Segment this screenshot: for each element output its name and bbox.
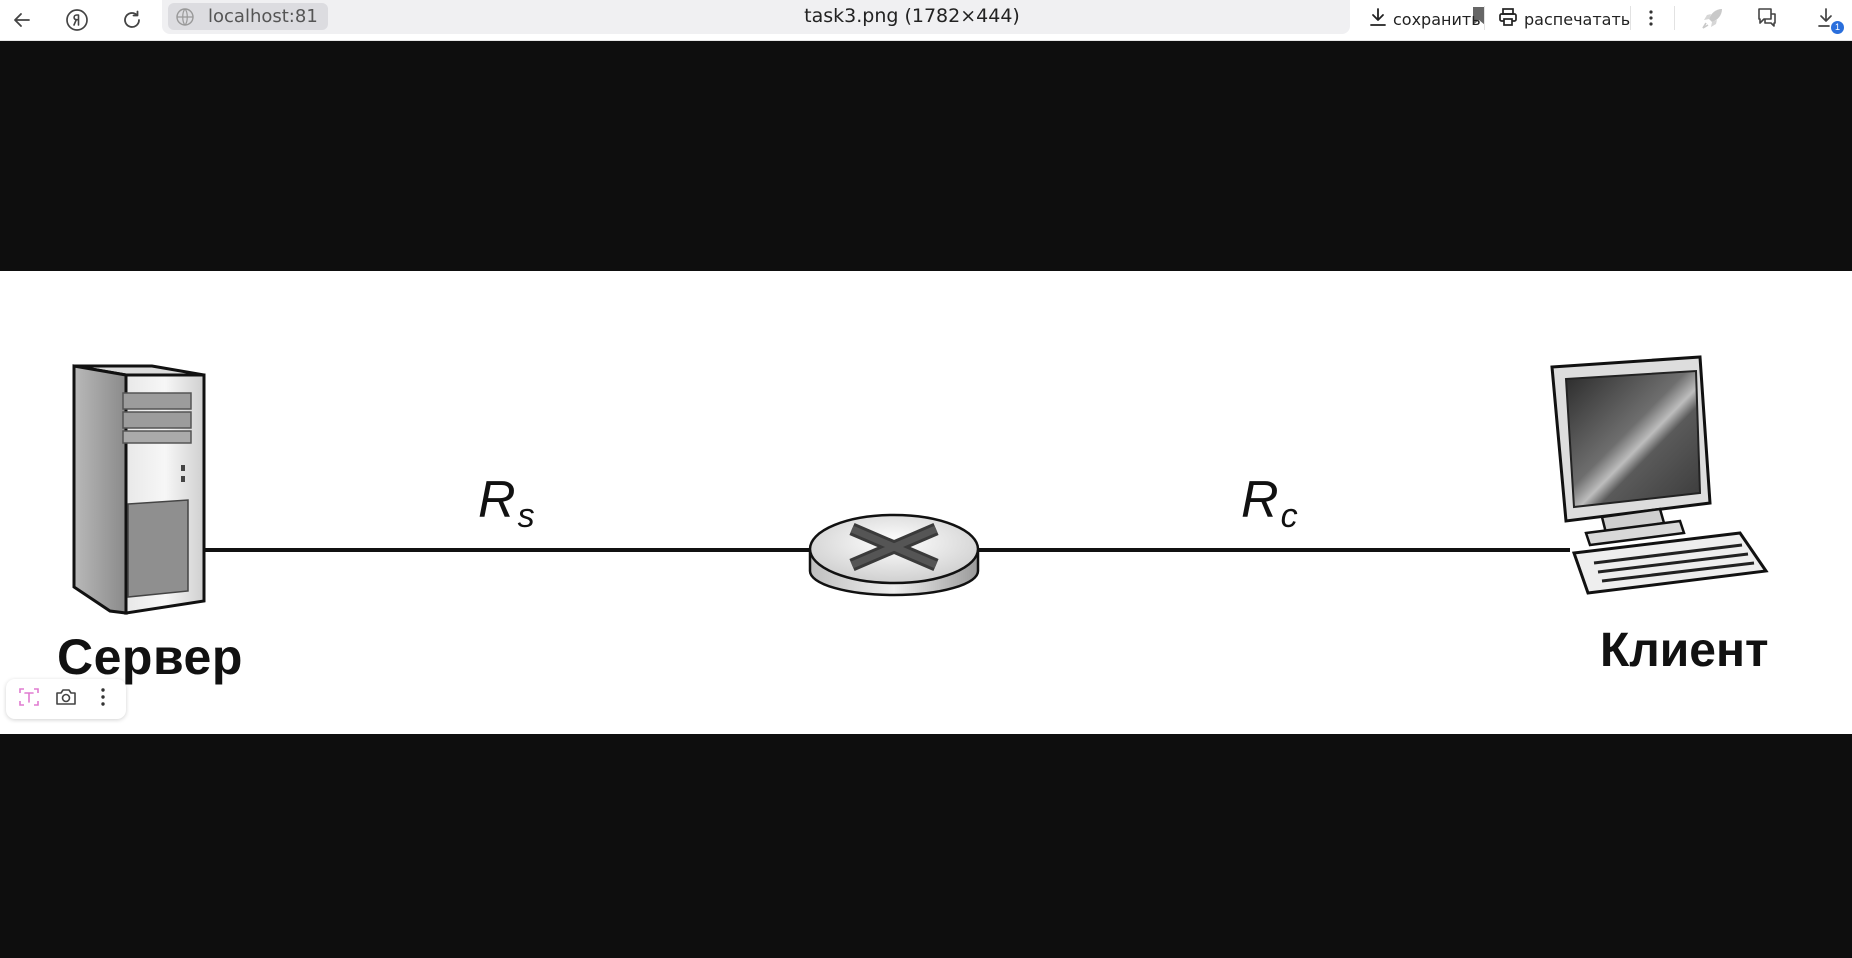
print-label: распечатать: [1524, 9, 1631, 29]
separator: [1630, 6, 1631, 30]
displayed-image: Rs Rc Сервер Клиент: [0, 271, 1852, 734]
text-recognition-button[interactable]: [14, 684, 44, 714]
reload-button[interactable]: [116, 4, 148, 36]
yandex-logo-icon: [65, 8, 89, 32]
image-actions-toolbar: [6, 679, 126, 719]
image-search-button[interactable]: [51, 684, 81, 714]
router-icon: [808, 513, 980, 597]
text-scan-icon: [17, 685, 41, 713]
page-title: task3.png (1782×444): [804, 5, 1020, 27]
more-button[interactable]: [1635, 4, 1667, 36]
separator: [1484, 6, 1485, 30]
image-more-button[interactable]: [88, 684, 118, 714]
more-vertical-icon: [100, 687, 106, 711]
site-chip[interactable]: localhost:81: [168, 3, 328, 30]
download-icon: [1369, 7, 1387, 31]
downloads-badge: 1: [1831, 21, 1844, 34]
arrow-left-icon: [12, 10, 32, 30]
client-label: Клиент: [1600, 624, 1769, 677]
chat-button[interactable]: [1751, 4, 1783, 36]
server-label: Сервер: [57, 629, 243, 685]
camera-icon: [54, 685, 78, 713]
link-rate-client: Rc: [1241, 471, 1298, 535]
downloads-button[interactable]: 1: [1812, 4, 1844, 36]
separator: [1674, 6, 1675, 30]
yandex-button[interactable]: [61, 4, 93, 36]
printer-icon: [1498, 7, 1518, 31]
reload-icon: [121, 9, 143, 31]
print-button[interactable]: распечатать: [1498, 4, 1630, 34]
chat-icon: [1755, 6, 1779, 34]
client-computer-icon: [1550, 355, 1769, 595]
address-bar[interactable]: localhost:81 task3.png (1782×444): [162, 0, 1485, 34]
more-vertical-icon: [1648, 9, 1654, 31]
server-icon: [72, 364, 206, 615]
address-text: localhost:81: [208, 6, 318, 27]
back-button[interactable]: [6, 4, 38, 36]
save-button[interactable]: сохранить: [1369, 4, 1481, 34]
rocket-icon: [1700, 5, 1726, 35]
network-diagram: [72, 355, 1769, 615]
link-rate-server: Rs: [478, 471, 535, 535]
extension-button[interactable]: [1697, 4, 1729, 36]
save-label: сохранить: [1393, 9, 1481, 29]
globe-icon: [174, 6, 196, 28]
browser-toolbar: localhost:81 task3.png (1782×444) сохран…: [0, 0, 1852, 41]
